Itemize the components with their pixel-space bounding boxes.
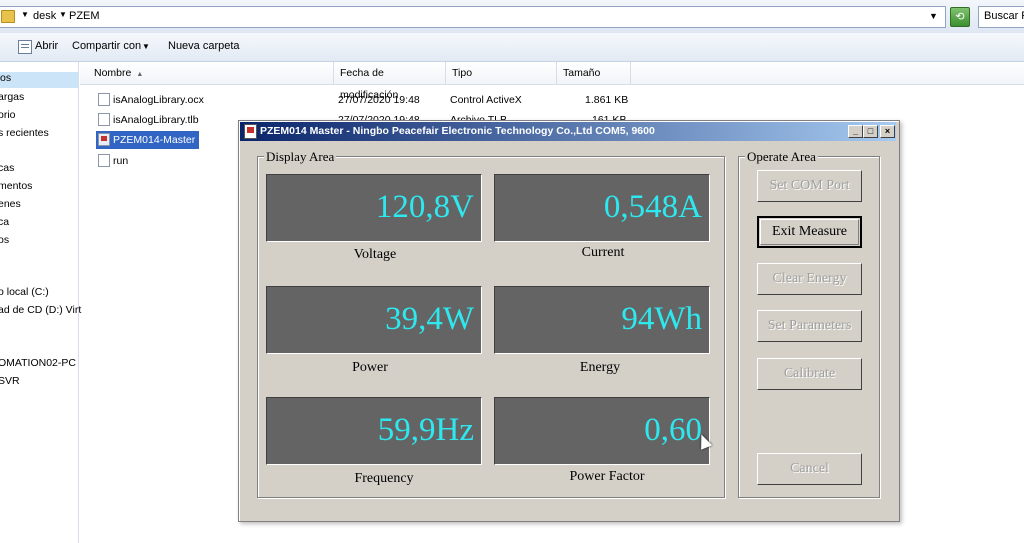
operate-area-label: Operate Area: [745, 149, 818, 165]
nav-item[interactable]: ad de CD (D:) Virt: [0, 304, 81, 316]
power-display: 39,4W: [266, 286, 482, 354]
breadcrumb[interactable]: ▼ desk ▼ PZEM ▼: [0, 6, 946, 28]
file-icon: [98, 154, 110, 167]
calibrate-button[interactable]: Calibrate: [757, 358, 862, 390]
open-button[interactable]: Abrir: [35, 40, 58, 52]
close-button[interactable]: ×: [880, 125, 895, 138]
voltage-label: Voltage: [353, 247, 397, 262]
open-icon[interactable]: [18, 40, 32, 54]
breadcrumb-desk[interactable]: desk: [33, 10, 56, 22]
nav-item[interactable]: ca: [0, 216, 9, 228]
nav-item[interactable]: mentos: [0, 180, 32, 192]
set-parameters-button[interactable]: Set Parameters: [757, 310, 862, 342]
current-label: Current: [581, 245, 625, 260]
sort-arrow-icon: ▲: [136, 71, 144, 78]
file-name: isAnalogLibrary.tlb: [113, 114, 199, 126]
energy-value: 94Wh: [621, 301, 702, 337]
file-name: run: [113, 155, 129, 167]
power-label: Power: [352, 360, 388, 375]
file-name: PZEM014-Master: [113, 134, 196, 146]
frequency-label: Frequency: [354, 471, 414, 486]
clear-energy-button[interactable]: Clear Energy: [757, 263, 862, 295]
power-factor-label: Power Factor: [569, 469, 645, 484]
nav-item[interactable]: enes: [0, 198, 21, 210]
voltage-display: 120,8V: [266, 174, 482, 242]
frequency-value: 59,9Hz: [377, 412, 474, 448]
minimize-button[interactable]: _: [848, 125, 863, 138]
app-icon: [244, 124, 257, 139]
file-date: 27/07/2020 19:48: [338, 94, 420, 106]
frequency-display: 59,9Hz: [266, 397, 482, 465]
energy-label: Energy: [579, 360, 621, 375]
nav-item[interactable]: s recientes: [0, 127, 49, 139]
column-type[interactable]: Tipo: [446, 62, 557, 84]
search-placeholder: Buscar PZ: [984, 10, 1024, 22]
breadcrumb-pzem[interactable]: PZEM: [69, 10, 100, 22]
navigation-pane: os argas orio s recientes cas mentos ene…: [0, 62, 81, 543]
dialog-titlebar[interactable]: PZEM014 Master - Ningbo Peacefair Electr…: [240, 122, 896, 141]
nav-item[interactable]: o local (C:): [0, 286, 49, 298]
maximize-button[interactable]: □: [863, 125, 878, 138]
toolbar: Abrir Compartir con ▼ Nueva carpeta: [0, 33, 1024, 62]
file-size: 1.861 KB: [585, 94, 629, 106]
column-size[interactable]: Tamaño: [557, 62, 631, 84]
current-display: 0,548A: [494, 174, 710, 242]
power-value: 39,4W: [385, 301, 474, 337]
application-icon: [98, 133, 110, 146]
dialog-title: PZEM014 Master - Ningbo Peacefair Electr…: [260, 125, 655, 137]
chevron-down-icon[interactable]: ▼: [929, 11, 938, 21]
energy-display: 94Wh: [494, 286, 710, 354]
table-row[interactable]: isAnalogLibrary.ocx 27/07/2020 19:48 Con…: [92, 91, 992, 109]
chevron-right-icon[interactable]: ▼: [21, 10, 29, 19]
current-value: 0,548A: [603, 189, 702, 225]
refresh-button[interactable]: ⟲: [950, 7, 970, 27]
new-folder-button[interactable]: Nueva carpeta: [168, 40, 240, 52]
column-header: Nombre ▲ Fecha de modificación Tipo Tamañ…: [80, 62, 1024, 101]
voltage-value: 120,8V: [375, 189, 474, 225]
column-name[interactable]: Nombre ▲: [88, 62, 334, 84]
file-icon: [98, 93, 110, 106]
address-bar: ▼ desk ▼ PZEM ▼ ⟲ Buscar PZ: [0, 0, 1024, 34]
file-icon: [98, 113, 110, 126]
file-type: Control ActiveX: [450, 94, 522, 106]
column-date[interactable]: Fecha de modificación: [334, 62, 446, 101]
column-name-label: Nombre: [94, 67, 132, 79]
power-factor-display: 0,60: [494, 397, 710, 465]
folder-icon: [1, 10, 15, 23]
cancel-button[interactable]: Cancel: [757, 453, 862, 485]
nav-item[interactable]: SVR: [0, 375, 20, 387]
nav-item[interactable]: os: [0, 234, 9, 246]
search-input[interactable]: Buscar PZ: [978, 6, 1024, 28]
chevron-right-icon[interactable]: ▼: [59, 10, 67, 19]
nav-item[interactable]: os: [0, 72, 78, 88]
nav-item[interactable]: orio: [0, 109, 16, 121]
power-factor-value: 0,60: [644, 412, 702, 448]
set-com-port-button[interactable]: Set COM Port: [757, 170, 862, 202]
nav-item[interactable]: cas: [0, 162, 14, 174]
exit-measure-button[interactable]: Exit Measure: [757, 216, 862, 248]
share-button[interactable]: Compartir con: [72, 40, 141, 52]
chevron-down-icon[interactable]: ▼: [142, 42, 150, 51]
nav-item[interactable]: OMATION02-PC: [0, 357, 76, 369]
file-name: isAnalogLibrary.ocx: [113, 94, 204, 106]
display-area-label: Display Area: [264, 149, 337, 165]
nav-item[interactable]: argas: [0, 91, 24, 103]
